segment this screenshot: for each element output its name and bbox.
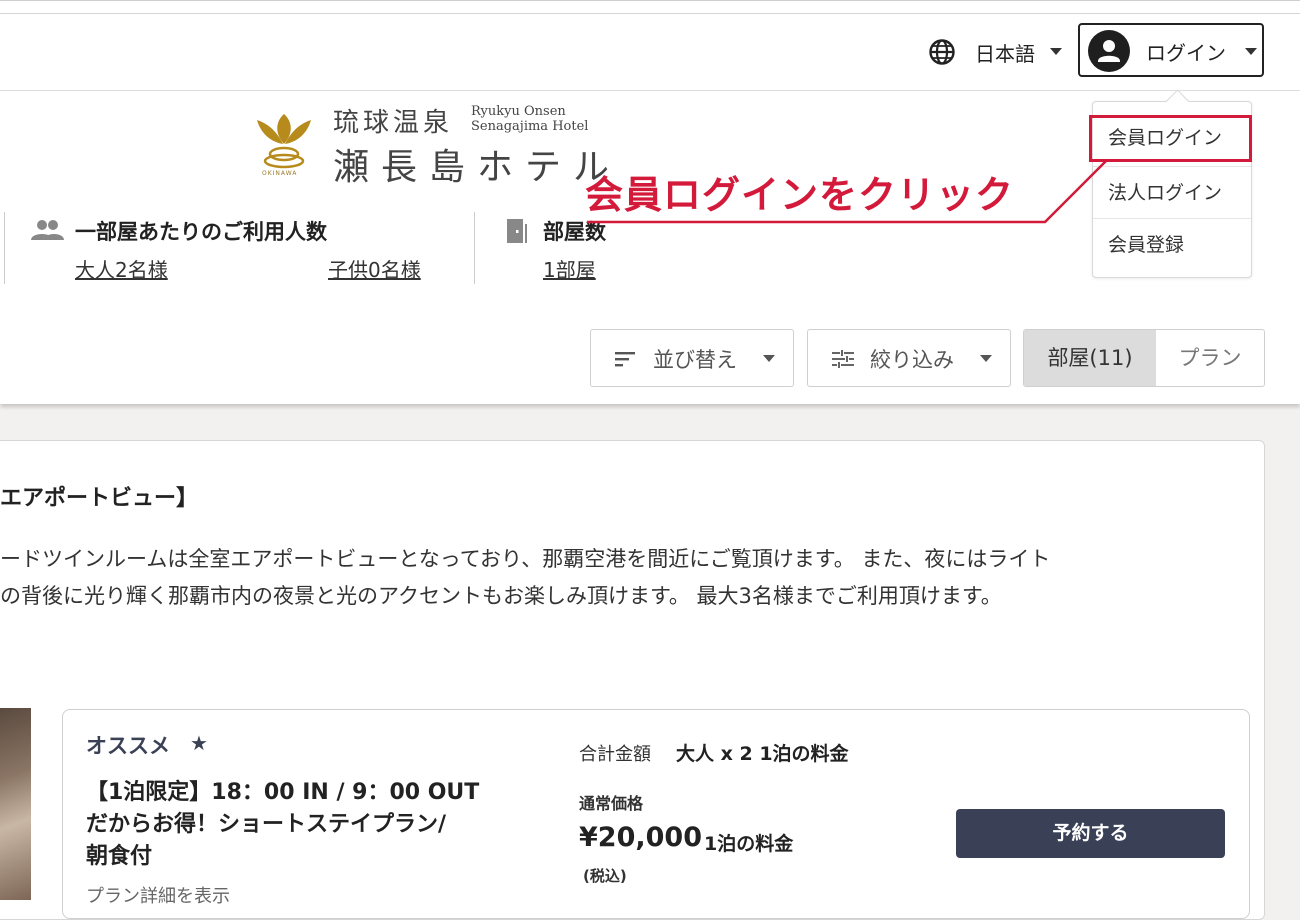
chevron-down-icon [763,355,775,362]
chevron-down-icon [980,355,992,362]
tax-note: (税込) [583,867,627,885]
logo-name-top: 琉球温泉 [333,108,454,138]
logo-okinawa-text: OKINAWA [262,170,298,177]
total-label: 合計金額 [579,744,651,765]
tab-rooms[interactable]: 部屋(11) [1024,330,1156,386]
language-selector[interactable]: 日本語 [975,38,1035,67]
filter-sliders-icon [832,350,854,368]
reserve-button[interactable]: 予約する [956,809,1225,858]
room-title: エアポートビュー】 [0,486,199,511]
view-toggle: 部屋(11) プラン [1023,329,1265,387]
top-divider [0,13,1300,14]
highlight-box [1089,115,1252,162]
regular-price-label: 通常価格 [579,794,644,813]
header-divider [474,212,475,284]
tab-plans[interactable]: プラン [1156,330,1264,386]
sort-button[interactable]: 並び替え [590,329,794,387]
star-icon: ★ [190,731,208,755]
logo-name-en-line2: Senagajima Hotel [471,119,589,134]
children-count-link[interactable]: 子供0名様 [328,254,421,283]
sort-icon [615,352,635,367]
plan-name: 朝食付 [86,844,153,869]
price-unit: 1泊の料金 [704,833,794,855]
annotation-text: 会員ログインをクリック [585,172,1015,217]
guests-title: 一部屋あたりのご利用人数 [75,220,327,244]
room-photo[interactable] [0,708,31,900]
adults-count-link[interactable]: 大人2名様 [75,254,168,283]
people-icon [31,220,64,240]
plan-name: だからお得！ショートステイプラン/ [86,812,447,837]
globe-icon[interactable] [928,38,956,66]
logo-name-main: 瀬長島ホテル [333,147,622,188]
total-value: 大人 x 2 1泊の料金 [676,743,849,765]
chevron-down-icon [1245,48,1257,55]
login-button-label: ログイン [1146,41,1226,65]
menu-item-corporate-login[interactable]: 法人ログイン [1093,166,1251,218]
plan-detail-link[interactable]: プラン詳細を表示 [86,882,230,908]
rooms-count-link[interactable]: 1部屋 [543,254,596,283]
room-description: の背後に光り輝く那覇市内の夜景と光のアクセントもお楽しみ頂けます。 最大3名様ま… [0,584,1002,608]
rooms-title: 部屋数 [543,220,606,244]
user-avatar-icon [1088,30,1130,72]
menu-item-member-register[interactable]: 会員登録 [1093,218,1251,270]
chevron-down-icon[interactable] [1050,48,1062,55]
door-icon [507,219,527,243]
sort-button-label: 並び替え [653,348,737,372]
recommended-badge: オススメ [86,734,170,758]
plan-name: 【1泊限定】18：00 IN / 9：00 OUT [86,780,480,805]
filter-button-label: 絞り込み [870,348,954,372]
room-description: ードツインルームは全室エアポートビューとなっており、那覇空港を間近にご覧頂けます… [0,547,1051,571]
filter-button[interactable]: 絞り込み [807,329,1011,387]
header-divider [4,212,5,284]
logo-name-en-line1: Ryukyu Onsen [471,104,566,119]
login-button[interactable]: ログイン [1078,23,1264,77]
price: ¥20,000 [579,822,702,853]
